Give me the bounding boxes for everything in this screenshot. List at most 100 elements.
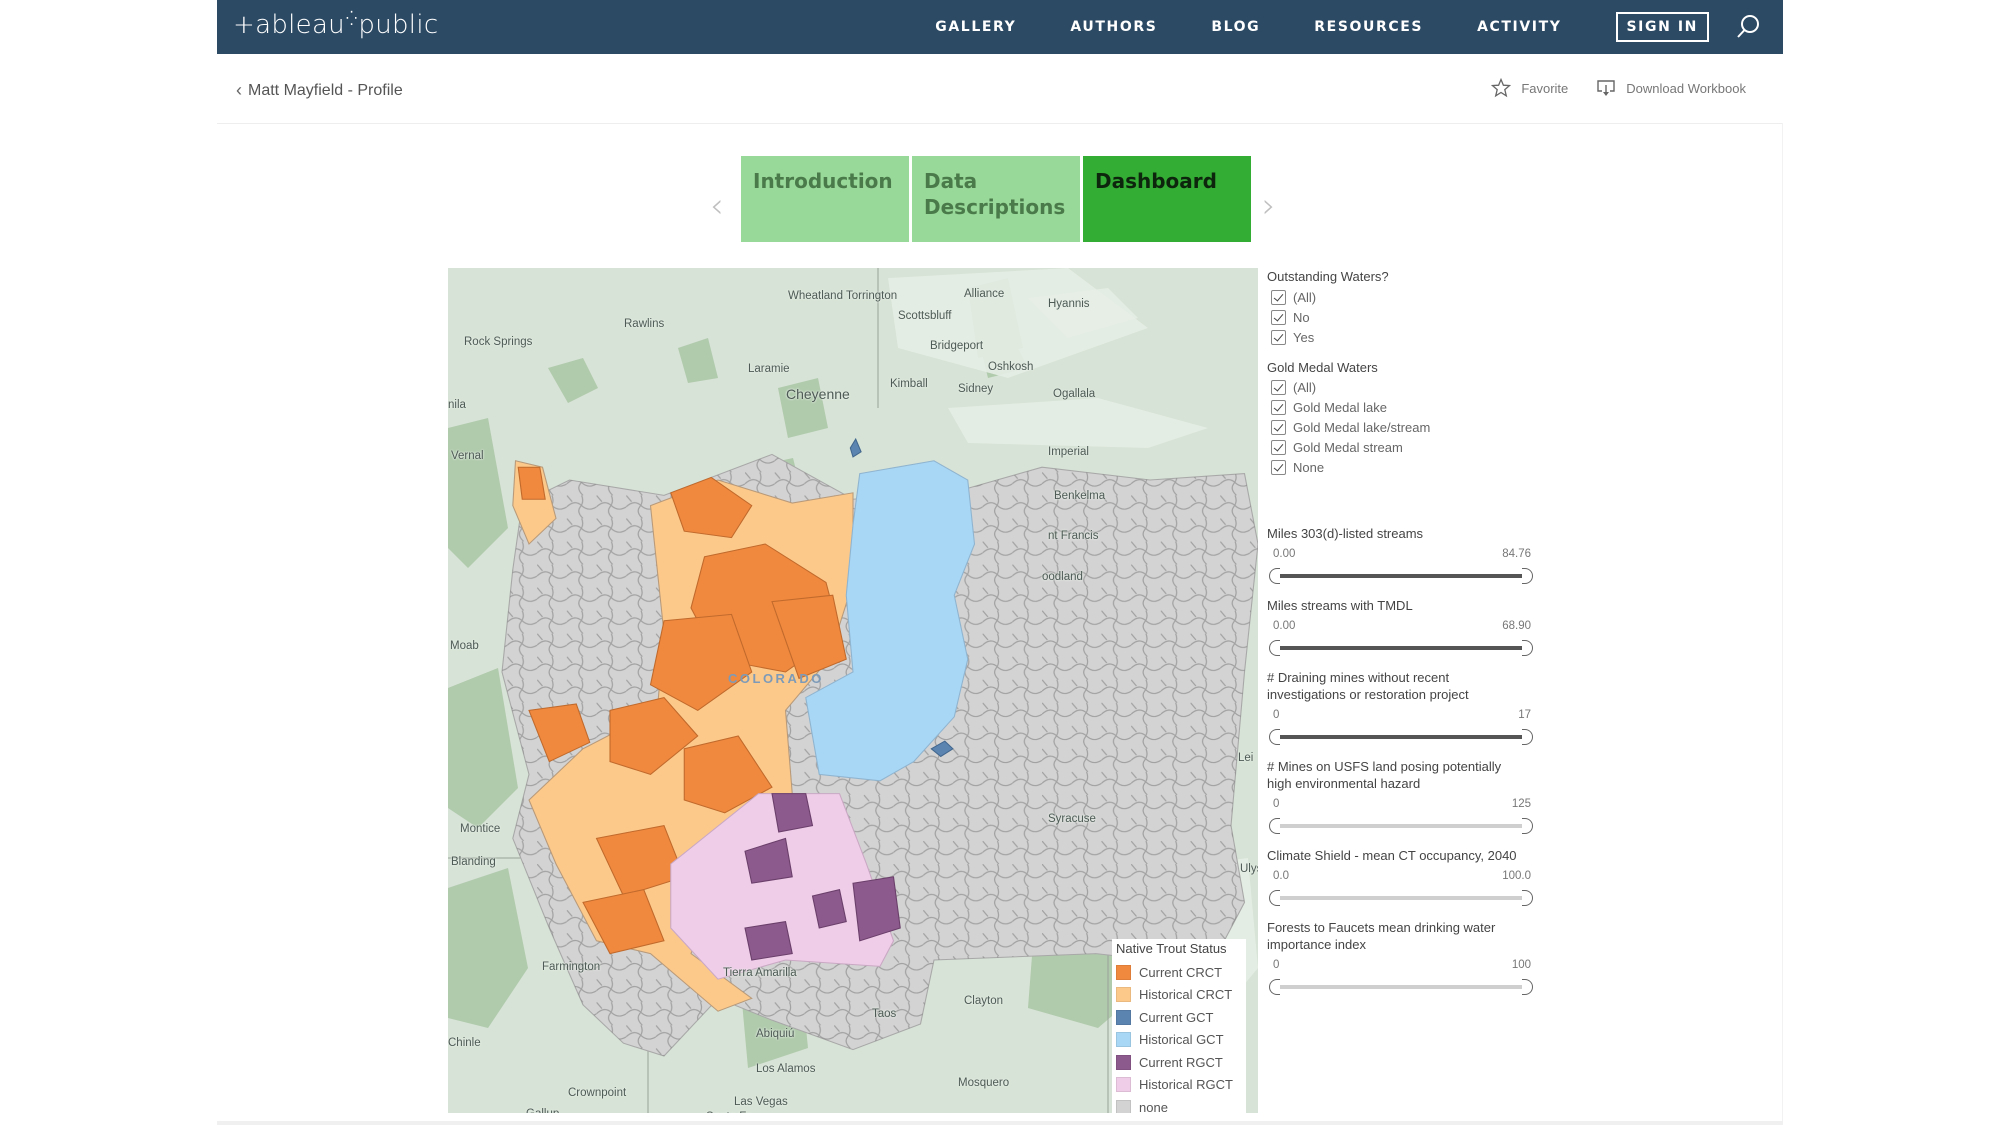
legend-swatch: [1116, 964, 1131, 980]
slider-min-handle[interactable]: [1269, 979, 1280, 995]
slider-track[interactable]: [1277, 735, 1525, 739]
forest-area[interactable]: [448, 418, 508, 568]
nav-authors[interactable]: AUTHORS: [1070, 19, 1157, 35]
checkbox-checked-icon[interactable]: [1271, 439, 1286, 455]
checkbox-checked-icon[interactable]: [1271, 379, 1286, 395]
legend-item[interactable]: Historical RGCT: [1116, 1074, 1242, 1097]
checkbox-checked-icon[interactable]: [1271, 309, 1286, 325]
map-place-label: Cheyenne: [786, 386, 850, 402]
nav-gallery[interactable]: GALLERY: [935, 19, 1016, 35]
slider-min-handle[interactable]: [1269, 729, 1280, 745]
slider-min-handle[interactable]: [1269, 890, 1280, 906]
top-nav-bar: +ableau⁛public GALLERY AUTHORS BLOG RESO…: [217, 0, 1783, 54]
nav-blog[interactable]: BLOG: [1211, 19, 1260, 35]
range-filter-title: Miles streams with TMDL: [1267, 598, 1413, 613]
range-slider[interactable]: [1267, 638, 1535, 658]
legend-item[interactable]: Historical GCT: [1116, 1029, 1242, 1052]
watershed-current-rgct[interactable]: [771, 793, 814, 833]
gold-medal-option[interactable]: (All): [1267, 377, 1547, 397]
legend-item[interactable]: Current GCT: [1116, 1006, 1242, 1029]
watershed-current-rgct[interactable]: [811, 888, 847, 929]
gold-medal-option[interactable]: Gold Medal lake/stream: [1267, 417, 1547, 437]
range-filter-title: Forests to Faucets mean drinking water i…: [1267, 920, 1496, 952]
map-place-label: Imperial: [1048, 446, 1089, 458]
slider-max-handle[interactable]: [1522, 979, 1533, 995]
map-place-label: Torrington: [846, 290, 898, 302]
checkbox-checked-icon[interactable]: [1271, 399, 1286, 415]
checkbox-checked-icon[interactable]: [1271, 329, 1286, 345]
tableau-public-logo[interactable]: +ableau⁛public: [233, 10, 438, 40]
native-trout-map[interactable]: Wheatland Torrington Alliance Hyannis Rawlin…: [448, 268, 1258, 1113]
outstanding-waters-option-label: No: [1293, 309, 1310, 325]
slider-min-handle[interactable]: [1269, 568, 1280, 584]
slider-track[interactable]: [1277, 985, 1525, 989]
sign-in-button[interactable]: SIGN IN: [1615, 12, 1709, 42]
gold-medal-option[interactable]: None: [1267, 457, 1547, 477]
slider-track[interactable]: [1277, 574, 1525, 578]
range-max-value: 100: [1511, 959, 1531, 971]
range-slider[interactable]: [1267, 566, 1535, 586]
map-place-label: Blanding: [451, 856, 496, 868]
checkbox-checked-icon[interactable]: [1271, 419, 1286, 435]
download-icon: [1597, 80, 1615, 96]
outstanding-waters-option[interactable]: (All): [1267, 287, 1547, 307]
gold-medal-option[interactable]: Gold Medal stream: [1267, 437, 1547, 457]
legend-item[interactable]: Current CRCT: [1116, 961, 1242, 984]
range-slider[interactable]: [1267, 727, 1535, 747]
forest-area[interactable]: [678, 338, 718, 383]
story-tab-dashboard[interactable]: Dashboard: [1083, 156, 1251, 242]
slider-max-handle[interactable]: [1522, 729, 1533, 745]
main-nav: GALLERY AUTHORS BLOG RESOURCES ACTIVITY …: [935, 0, 1783, 54]
slider-max-handle[interactable]: [1522, 818, 1533, 834]
slider-min-handle[interactable]: [1269, 818, 1280, 834]
slider-track[interactable]: [1277, 646, 1525, 650]
watershed-current-gct[interactable]: [849, 437, 862, 458]
map-place-label: COLORADO: [728, 671, 824, 686]
legend-item[interactable]: Historical CRCT: [1116, 984, 1242, 1007]
map-place-label: Taos: [872, 1008, 897, 1020]
forest-area[interactable]: [548, 358, 598, 403]
range-slider[interactable]: [1267, 816, 1535, 836]
slider-max-handle[interactable]: [1522, 640, 1533, 656]
gold-medal-option-label: Gold Medal lake/stream: [1293, 419, 1431, 435]
range-max-value: 100.0: [1502, 870, 1531, 882]
slider-track[interactable]: [1277, 824, 1525, 828]
range-filter-title: Climate Shield - mean CT occupancy, 2040: [1267, 848, 1517, 863]
plains-area[interactable]: [948, 398, 1208, 448]
download-workbook-button[interactable]: Download Workbook: [1596, 79, 1746, 97]
story-tab-data-descriptions[interactable]: Data Descriptions: [912, 156, 1080, 242]
slider-max-handle[interactable]: [1522, 890, 1533, 906]
chevron-left-icon: ‹: [236, 80, 242, 100]
range-slider[interactable]: [1267, 977, 1535, 997]
nav-resources[interactable]: RESOURCES: [1314, 19, 1423, 35]
viz-frame-border: [1782, 123, 1783, 1123]
story-previous-arrow-icon[interactable]: ‹: [710, 186, 724, 226]
checkbox-checked-icon[interactable]: [1271, 289, 1286, 305]
outstanding-waters-option-label: (All): [1293, 289, 1317, 305]
outstanding-waters-option[interactable]: Yes: [1267, 327, 1547, 347]
search-icon[interactable]: [1735, 14, 1761, 40]
story-tab-introduction[interactable]: Introduction: [741, 156, 909, 242]
favorite-button[interactable]: Favorite: [1491, 78, 1568, 98]
map-place-label: Santa Fe: [706, 1111, 753, 1113]
range-max-value: 125: [1511, 798, 1531, 810]
range-slider[interactable]: [1267, 888, 1535, 908]
watershed-current-crct[interactable]: [517, 466, 546, 500]
legend-item[interactable]: none: [1116, 1096, 1242, 1113]
legend-item-label: Historical CRCT: [1139, 987, 1233, 1003]
outstanding-waters-option[interactable]: No: [1267, 307, 1547, 327]
map-place-label: Las Vegas: [734, 1096, 788, 1108]
story-next-arrow-icon[interactable]: ›: [1262, 186, 1276, 226]
nav-activity[interactable]: ACTIVITY: [1477, 19, 1561, 35]
slider-max-handle[interactable]: [1522, 568, 1533, 584]
slider-min-handle[interactable]: [1269, 640, 1280, 656]
back-to-profile-link[interactable]: ‹ Matt Mayfield - Profile: [236, 80, 403, 101]
legend-item[interactable]: Current RGCT: [1116, 1051, 1242, 1074]
filter-panel: Outstanding Waters? (All) No Yes Gold Meda…: [1267, 268, 1547, 1008]
forest-area[interactable]: [448, 868, 528, 1028]
watershed-current-rgct[interactable]: [744, 921, 793, 961]
checkbox-checked-icon[interactable]: [1271, 459, 1286, 475]
gold-medal-option[interactable]: Gold Medal lake: [1267, 397, 1547, 417]
slider-track[interactable]: [1277, 896, 1525, 900]
gold-medal-option-label: Gold Medal lake: [1293, 399, 1387, 415]
